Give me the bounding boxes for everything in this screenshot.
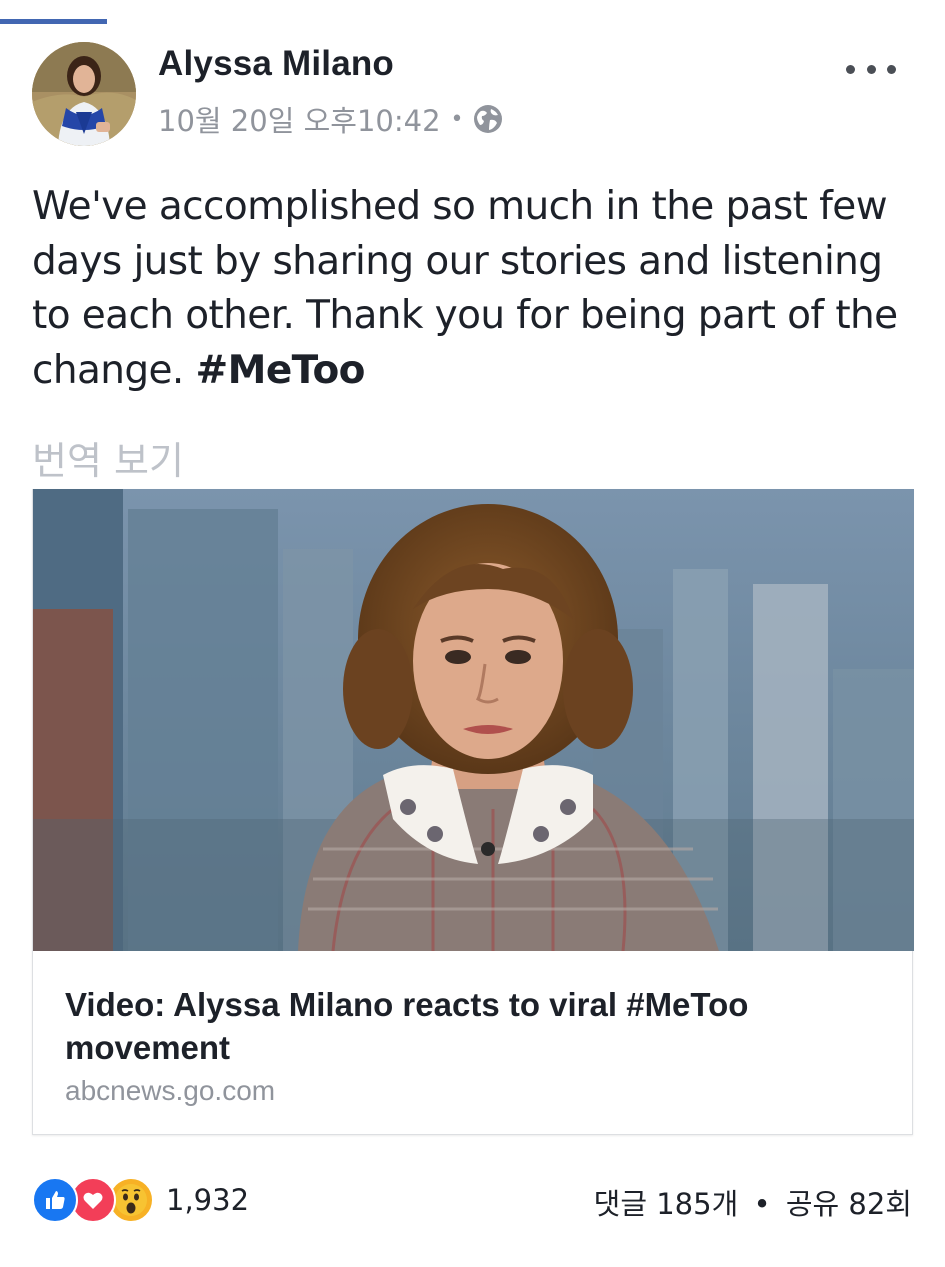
link-domain: abcnews.go.com: [65, 1075, 276, 1106]
post-text: We've accomplished so much in the past f…: [32, 180, 917, 398]
link-preview-card[interactable]: Video: Alyssa Milano reacts to viral #Me…: [32, 489, 914, 1135]
stats-separator: •: [753, 1187, 771, 1221]
post-body: We've accomplished so much in the past f…: [32, 184, 898, 393]
post-timestamp[interactable]: 10월 20일 오후10:42: [158, 98, 441, 140]
share-count[interactable]: 공유 82회: [786, 1187, 912, 1221]
more-dots-icon: [846, 64, 855, 74]
see-translation-link[interactable]: 번역 보기: [32, 430, 184, 485]
engagement-stats: 댓글 185개 • 공유 82회: [594, 1181, 912, 1223]
post-header: Alyssa Milano 10월 20일 오후10:42 •: [32, 42, 912, 152]
link-title[interactable]: Video: Alyssa Milano reacts to viral #Me…: [65, 983, 885, 1069]
globe-icon[interactable]: [472, 103, 504, 135]
tab-indicator: [0, 19, 107, 24]
hashtag-link[interactable]: #MeToo: [196, 348, 366, 393]
like-icon: [32, 1177, 78, 1223]
comment-count[interactable]: 댓글 185개: [594, 1187, 739, 1221]
link-card-body: Video: Alyssa Milano reacts to viral #Me…: [65, 983, 885, 1107]
video-thumbnail[interactable]: [33, 489, 914, 951]
post-meta: 10월 20일 오후10:42 •: [158, 98, 504, 140]
facebook-post-screen: Alyssa Milano 10월 20일 오후10:42 • We've ac…: [0, 0, 945, 1267]
post-footer: 1,932 댓글 185개 • 공유 82회: [32, 1175, 912, 1225]
more-options-button[interactable]: [846, 56, 896, 82]
reactions-summary[interactable]: 1,932: [32, 1175, 249, 1225]
avatar[interactable]: [32, 42, 136, 146]
author-name[interactable]: Alyssa Milano: [158, 44, 394, 84]
reaction-count[interactable]: 1,932: [166, 1183, 249, 1217]
meta-separator: •: [450, 106, 464, 132]
